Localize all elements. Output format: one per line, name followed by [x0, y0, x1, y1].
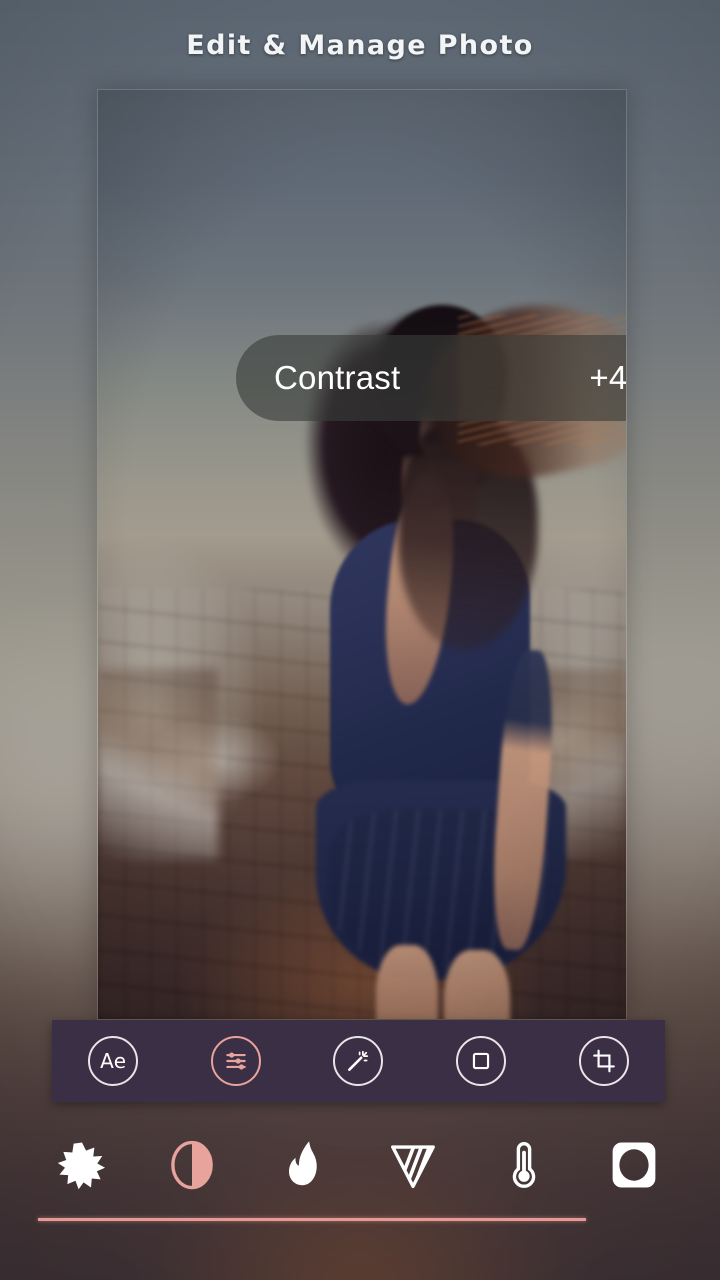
adjust-button-saturation[interactable]	[381, 1133, 445, 1197]
tool-button-frame[interactable]	[456, 1036, 507, 1086]
adjust-button-temperature[interactable]	[492, 1133, 556, 1197]
tool-button-ae[interactable]: Ae	[88, 1036, 139, 1086]
sliders-adjust-icon	[226, 1052, 246, 1070]
app-screen: Edit & Manage Photo Contrast +4 Ae	[0, 0, 720, 1280]
photo-preview-panel[interactable]: Contrast +40	[97, 89, 627, 1020]
triangle-saturation-icon	[391, 1145, 436, 1189]
frame-square-icon	[472, 1052, 490, 1070]
contrast-circle-icon	[171, 1140, 214, 1190]
crop-icon	[592, 1049, 615, 1073]
adjustment-name-label: Contrast	[274, 359, 401, 396]
adjust-button-warmth[interactable]	[271, 1133, 335, 1197]
photo-vignette-overlay	[98, 90, 626, 1019]
adjust-row	[38, 1120, 678, 1210]
header: Edit & Manage Photo	[0, 0, 720, 90]
tool-strip: Ae	[52, 1020, 665, 1102]
thermometer-temperature-icon	[512, 1141, 535, 1188]
adjust-button-vignette[interactable]	[602, 1133, 666, 1197]
vignette-icon	[606, 1138, 661, 1192]
tool-button-magic-wand[interactable]	[333, 1036, 384, 1086]
ae-text-icon: Ae	[100, 1049, 127, 1073]
magic-wand-icon	[348, 1050, 369, 1071]
tool-button-adjust[interactable]	[210, 1036, 261, 1086]
adjust-button-brightness[interactable]	[50, 1133, 114, 1197]
adjustment-hud: Contrast +40	[236, 335, 627, 421]
photo-image	[98, 90, 626, 1019]
adjustment-value-label: +40	[589, 359, 627, 396]
tool-button-crop[interactable]	[578, 1036, 629, 1086]
flame-warmth-icon	[288, 1141, 317, 1186]
sun-brightness-icon	[57, 1142, 106, 1190]
accent-underline	[38, 1218, 586, 1221]
page-title: Edit & Manage Photo	[186, 29, 534, 61]
adjust-button-contrast[interactable]	[160, 1133, 224, 1197]
